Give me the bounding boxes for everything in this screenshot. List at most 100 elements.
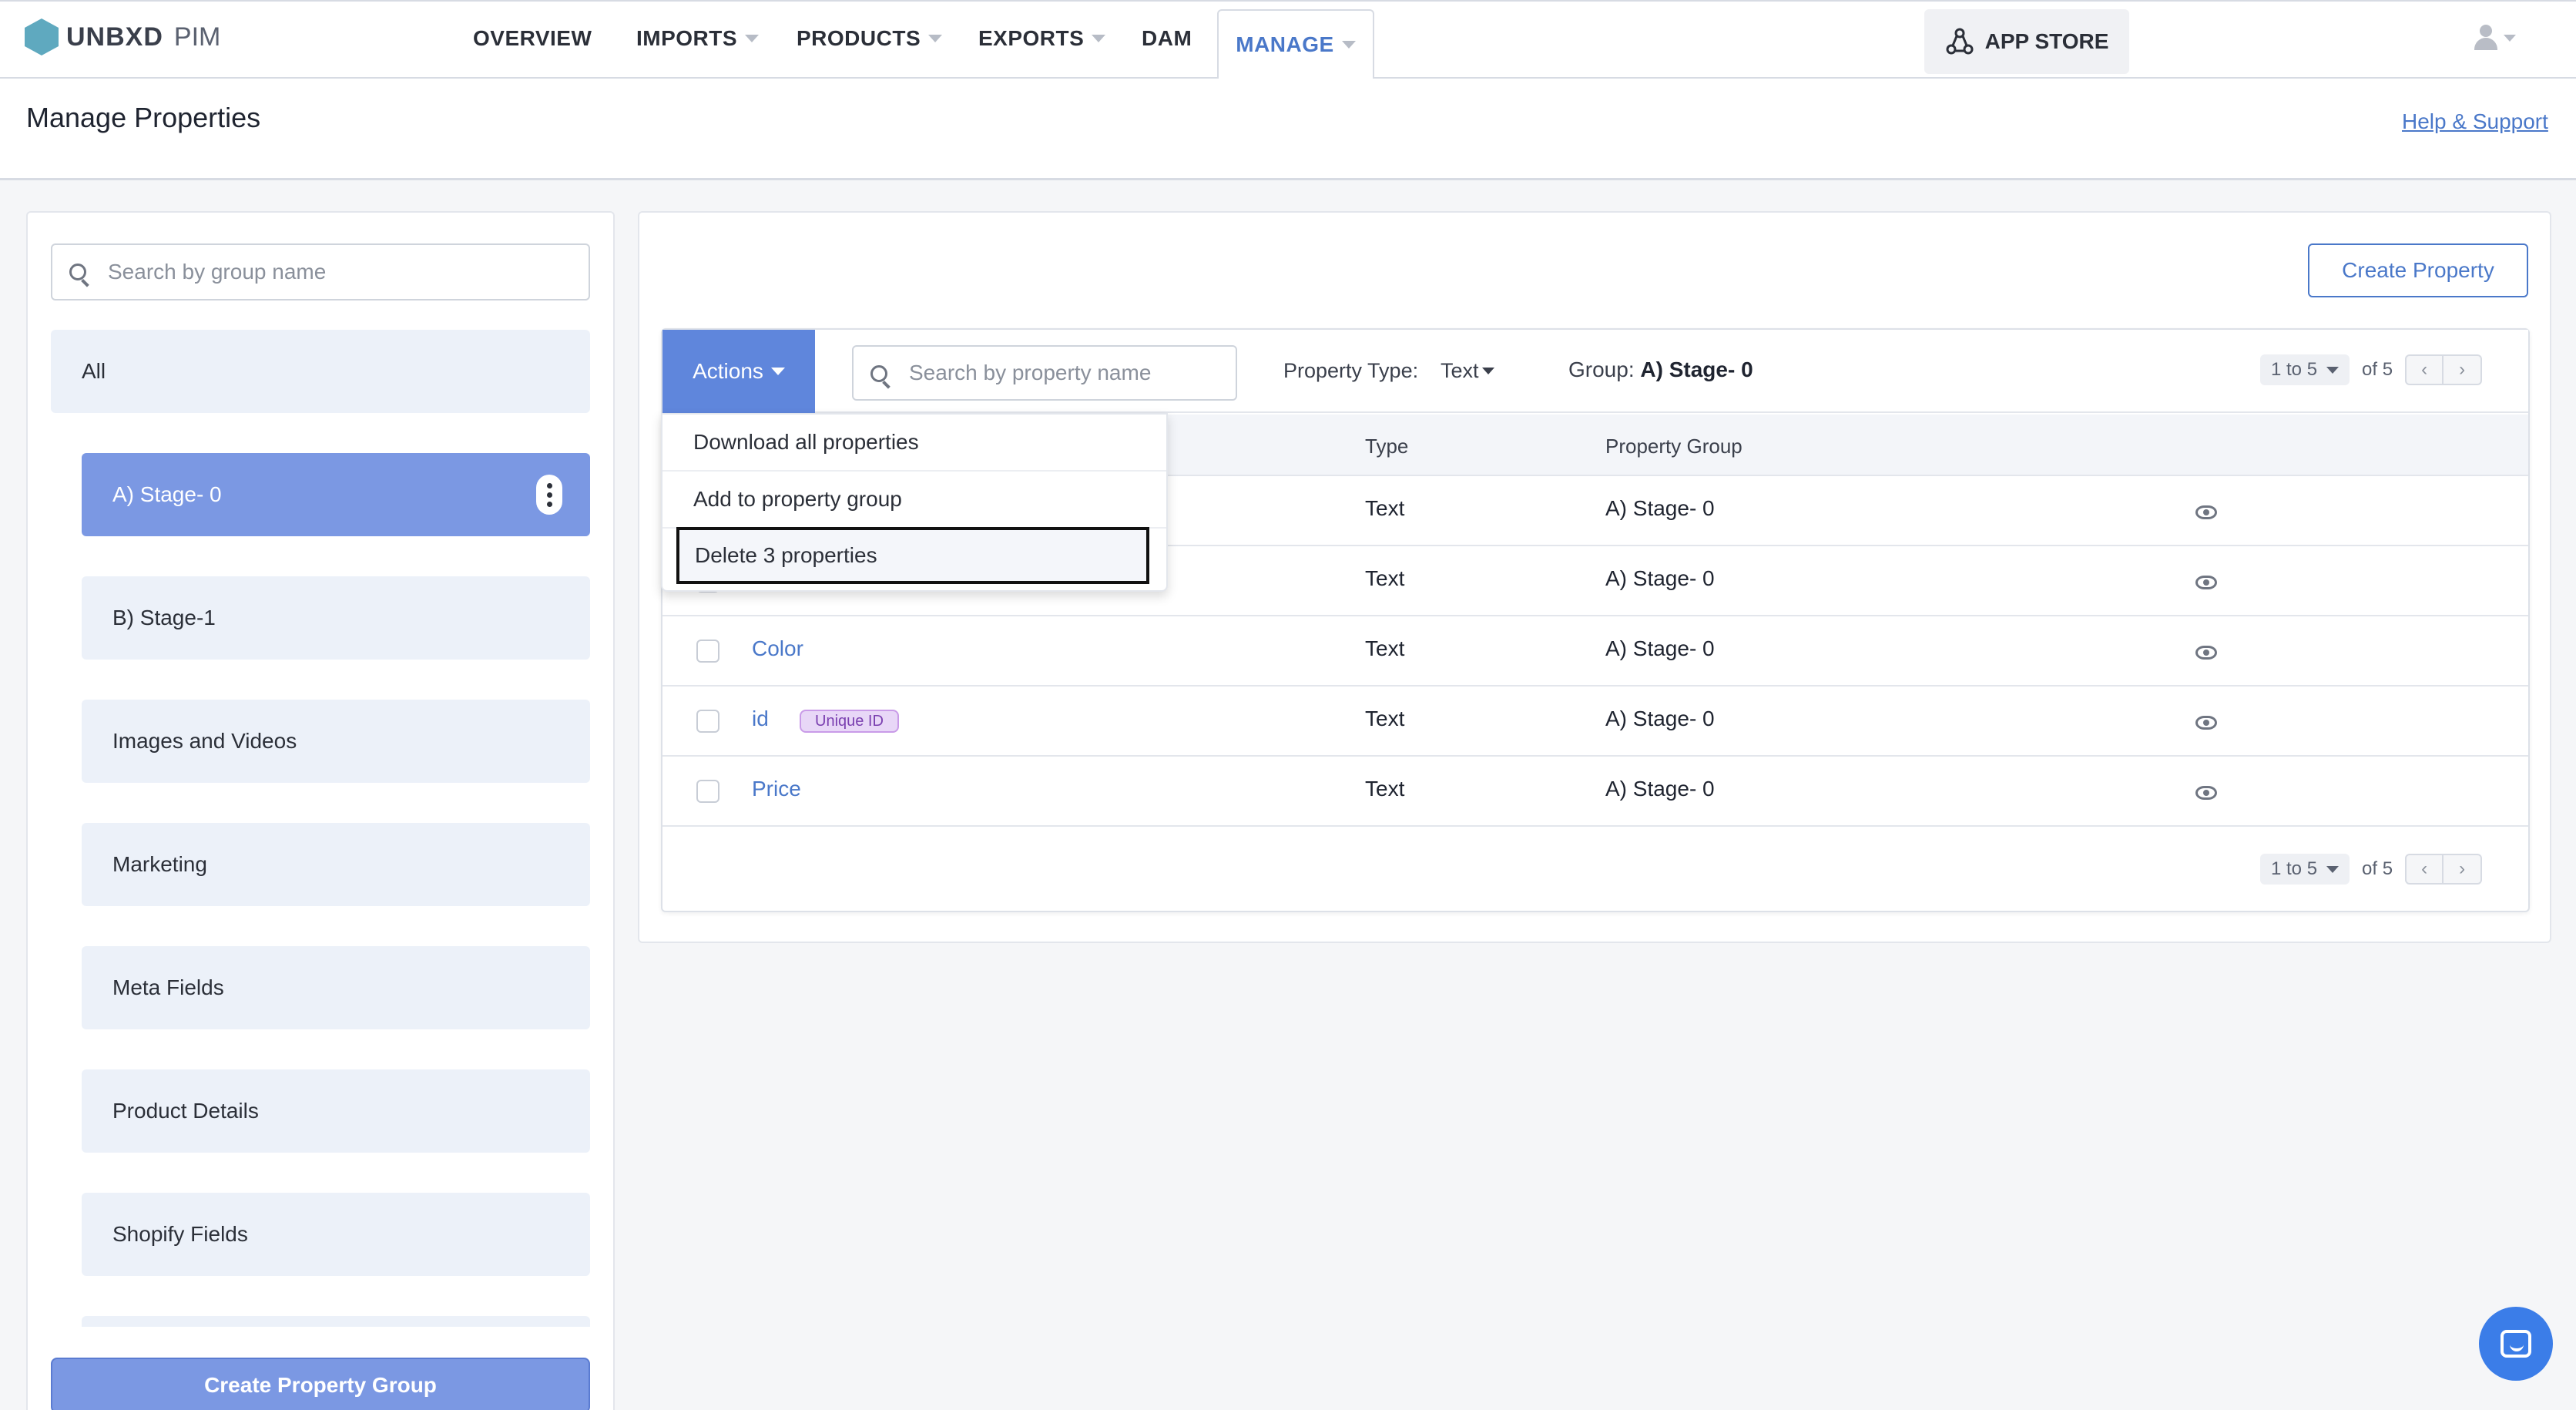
chevron-left-icon[interactable]: ‹ [2405,354,2444,385]
page-header [0,79,2576,180]
create-property-group-button[interactable]: Create Property Group [51,1358,590,1410]
page-range: 1 to 5 [2271,359,2318,380]
caret-down-icon [1092,35,1106,42]
property-name[interactable]: id [752,707,769,731]
group-search-placeholder: Search by group name [108,260,327,284]
nav-dam[interactable]: DAM [1142,0,1192,77]
actions-button[interactable]: Actions [662,330,815,413]
chat-launcher-button[interactable] [2479,1307,2553,1381]
page-buttons: ‹ › [2405,354,2483,385]
app-store-label: APP STORE [1984,29,2109,53]
help-support-link[interactable]: Help & Support [2402,109,2548,134]
caret-down-icon [1341,41,1356,49]
group-item-partial [82,1316,590,1327]
column-property-group: Property Group [1605,435,1742,458]
kebab-menu-icon[interactable] [536,475,562,515]
create-property-button[interactable]: Create Property [2308,243,2528,297]
row-checkbox[interactable] [696,640,719,663]
chevron-right-icon[interactable]: › [2444,854,2483,885]
chevron-right-icon[interactable]: › [2444,354,2483,385]
eye-icon[interactable] [2195,576,2217,589]
caret-down-icon [928,35,943,42]
property-type: Text [1365,707,1405,730]
actions-label: Actions [693,359,763,383]
eye-icon[interactable] [2195,646,2217,660]
caret-down-icon [2504,34,2516,42]
nav-imports[interactable]: IMPORTS [636,0,760,77]
group-filter-value: A) Stage- 0 [1640,358,1753,381]
property-type: Text [1365,566,1405,590]
property-type: Text [1365,636,1405,660]
group-filter-label: Group: [1568,358,1635,381]
group-label: Product Details [112,1099,259,1123]
property-group: A) Stage- 0 [1605,496,1715,520]
page-range-select[interactable]: 1 to 5 [2260,354,2350,385]
app-store-button[interactable]: APP STORE [1924,9,2129,74]
nav-products[interactable]: PRODUCTS [797,0,943,77]
property-search-placeholder: Search by property name [909,361,1152,384]
page-total: of 5 [2362,858,2393,879]
caret-down-icon [2326,865,2340,873]
property-name[interactable]: Color [752,636,803,661]
pagination-bottom: 1 to 5 of 5 ‹ › [2260,854,2483,885]
table-row: Color Text A) Stage- 0 [662,616,2528,687]
actions-dropdown-menu: Download all properties Add to property … [661,413,1168,592]
nav-exports[interactable]: EXPORTS [978,0,1106,77]
pagination-top: 1 to 5 of 5 ‹ › [2260,354,2483,385]
chevron-left-icon[interactable]: ‹ [2405,854,2444,885]
menu-item-download-all[interactable]: Download all properties [662,415,1166,472]
logo[interactable]: UNBXD PIM [25,18,220,55]
nav-label: DAM [1142,26,1192,50]
hexagon-logo-icon [25,18,59,55]
group-label: All [82,359,106,383]
nav-overview[interactable]: OVERVIEW [473,0,592,77]
nav-label: MANAGE [1236,32,1334,56]
eye-icon[interactable] [2195,786,2217,800]
user-icon [2473,25,2499,51]
scroll-fade [28,1327,613,1358]
property-group: A) Stage- 0 [1605,566,1715,590]
group-item-marketing[interactable]: Marketing [82,823,590,906]
property-type-select[interactable]: Text [1441,359,1494,383]
group-label: B) Stage-1 [112,606,216,629]
row-checkbox[interactable] [696,710,719,733]
group-filter: Group: A) Stage- 0 [1568,358,1753,382]
page-range: 1 to 5 [2271,858,2318,879]
property-search-input[interactable]: Search by property name [852,345,1237,401]
brand-name: UNBXD [66,22,163,52]
menu-item-add-to-group[interactable]: Add to property group [662,472,1166,529]
group-label: Shopify Fields [112,1222,248,1246]
row-checkbox[interactable] [696,780,719,803]
eye-icon[interactable] [2195,505,2217,519]
group-item-meta-fields[interactable]: Meta Fields [82,946,590,1029]
page-total: of 5 [2362,359,2393,380]
property-name[interactable]: Price [752,777,801,801]
group-label: A) Stage- 0 [112,482,222,506]
group-all[interactable]: All [51,330,590,413]
chat-icon [2501,1330,2531,1358]
caret-down-icon [770,368,785,375]
property-group: A) Stage- 0 [1605,777,1715,801]
property-type: Text [1365,777,1405,801]
group-search-input[interactable]: Search by group name [51,243,590,300]
eye-icon[interactable] [2195,716,2217,730]
user-menu[interactable] [2473,25,2516,51]
group-label: Images and Videos [112,729,297,753]
unique-id-badge: Unique ID [800,710,899,733]
menu-item-delete-properties[interactable]: Delete 3 properties [676,527,1149,584]
page-range-select[interactable]: 1 to 5 [2260,854,2350,885]
app-store-icon [1946,28,1974,55]
property-type: Text [1365,496,1405,520]
group-item-product-details[interactable]: Product Details [82,1069,590,1153]
group-item-stage-0[interactable]: A) Stage- 0 [82,453,590,536]
table-row: id Unique ID Text A) Stage- 0 [662,687,2528,757]
group-item-shopify-fields[interactable]: Shopify Fields [82,1193,590,1276]
property-type-value: Text [1441,359,1479,382]
table-row: Price Text A) Stage- 0 [662,757,2528,827]
group-item-images-videos[interactable]: Images and Videos [82,700,590,783]
group-item-stage-1[interactable]: B) Stage-1 [82,576,590,660]
nav-manage[interactable]: MANAGE [1217,9,1374,79]
page-buttons: ‹ › [2405,854,2483,885]
caret-down-icon [2326,366,2340,374]
nav-label: OVERVIEW [473,26,592,50]
